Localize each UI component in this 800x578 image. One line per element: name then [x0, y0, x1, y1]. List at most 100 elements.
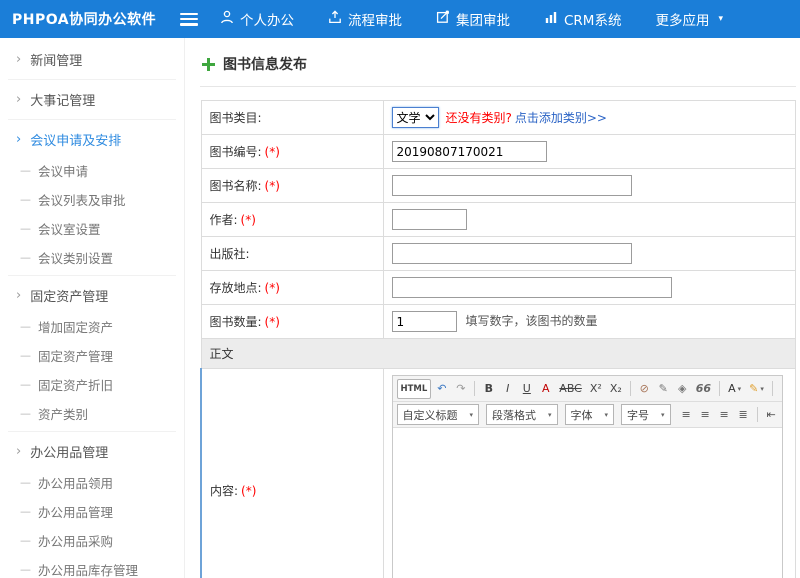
required-mark: (*): [265, 179, 280, 193]
book-form: 图书类目:文学还没有类别?点击添加类别>>图书编号:(*)图书名称:(*)作者:…: [200, 100, 796, 578]
topbar-nav: 个人办公 流程审批 集团审批 CRM系统 更多应用▾: [220, 9, 723, 29]
nav-more-apps[interactable]: 更多应用▾: [655, 9, 723, 29]
nav-personal-office[interactable]: 个人办公: [220, 9, 294, 29]
add-category-link[interactable]: 点击添加类别>>: [515, 111, 607, 125]
dash-icon: —: [20, 222, 31, 235]
sidebar-group-meeting-management[interactable]: ›会议申请及安排: [0, 123, 184, 156]
font-family-select[interactable]: 字体▾: [565, 404, 615, 425]
toolbar-separator: [772, 381, 773, 396]
sidebar-group-news-management[interactable]: ›新闻管理: [0, 43, 184, 76]
sidebar-item-meeting-list-approval[interactable]: —会议列表及审批: [0, 185, 184, 214]
sidebar-item-supplies-requisition[interactable]: —办公用品领用: [0, 468, 184, 497]
form-row-book-category: 图书类目:文学还没有类别?点击添加类别>>: [201, 101, 796, 135]
text-color-picker-icon[interactable]: A▾: [725, 379, 744, 399]
align-justify-icon[interactable]: ≣: [735, 405, 752, 425]
sidebar-item-fixed-asset-depreciation[interactable]: — 固定资产折旧: [0, 370, 184, 399]
undo-icon[interactable]: ↶: [433, 379, 450, 399]
font-color-icon[interactable]: A: [537, 379, 554, 399]
sidebar-item-label: 固定资产折旧: [38, 375, 113, 394]
font-size-select[interactable]: 字号▾: [621, 404, 671, 425]
dash-icon: —: [20, 378, 31, 391]
sidebar-item-supplies-inventory[interactable]: —办公用品库存管理: [0, 555, 184, 578]
outdent-icon[interactable]: ⇤: [763, 405, 780, 425]
sidebar-separator: [8, 119, 176, 120]
caret-down-icon: ▾: [760, 385, 764, 393]
bullet-list-icon[interactable]: ≣: [778, 379, 782, 399]
topbar: PHPOA协同办公软件 个人办公 流程审批 集团审批 CRM系统 更多应用▾: [0, 0, 800, 38]
nav-group-approval[interactable]: 集团审批: [436, 9, 510, 29]
superscript-icon[interactable]: X²: [587, 379, 605, 399]
sidebar-group-office-supplies-management[interactable]: ›办公用品管理: [0, 435, 184, 468]
approve-icon: [436, 10, 450, 28]
form-row-storage-location: 存放地点:(*): [201, 271, 796, 305]
publisher-input[interactable]: [392, 243, 632, 264]
italic-icon[interactable]: I: [499, 379, 516, 399]
underline-icon[interactable]: U: [518, 379, 535, 399]
content-label: 内容:: [210, 484, 238, 498]
remove-format-icon[interactable]: ⊘: [636, 379, 653, 399]
nav-label: 集团审批: [456, 9, 510, 29]
sidebar-item-meeting-category-settings[interactable]: —会议类别设置: [0, 243, 184, 272]
nav-process-approval[interactable]: 流程审批: [328, 9, 402, 29]
chart-icon: [544, 10, 558, 28]
field-label: 图书名称:: [210, 179, 262, 193]
align-center-icon[interactable]: ≡: [697, 405, 714, 425]
format-painter-icon[interactable]: ✎: [655, 379, 672, 399]
main-content: 图书信息发布 图书类目:文学还没有类别?点击添加类别>>图书编号:(*)图书名称…: [185, 38, 800, 578]
dash-icon: —: [20, 349, 31, 362]
subscript-icon[interactable]: X₂: [607, 379, 625, 399]
rich-text-editor: HTML↶↷BIUAABCX²X₂⊘✎◈66A▾✎▾≣≡ 自定义标题▾段落格式▾…: [392, 375, 784, 578]
sidebar-item-meeting-room-settings[interactable]: —会议室设置: [0, 214, 184, 243]
sidebar-group-fixed-assets-management[interactable]: ›固定资产管理: [0, 279, 184, 312]
book-quantity-input[interactable]: [392, 311, 457, 332]
sidebar-item-meeting-apply[interactable]: —会议申请: [0, 156, 184, 185]
custom-heading-select[interactable]: 自定义标题▾: [397, 404, 480, 425]
author-input[interactable]: [392, 209, 467, 230]
no-category-hint: 还没有类别?: [446, 111, 512, 125]
caret-down-icon: ▾: [661, 411, 665, 419]
sidebar-item-asset-category[interactable]: — 资产类别: [0, 399, 184, 428]
dash-icon: —: [20, 534, 31, 547]
sidebar-item-label: 固定资产管理: [38, 346, 113, 365]
nav-crm-system[interactable]: CRM系统: [544, 9, 621, 29]
storage-location-input[interactable]: [392, 277, 672, 298]
book-name-input[interactable]: [392, 175, 632, 196]
highlight-color-icon[interactable]: ✎▾: [746, 379, 767, 399]
toolbar-separator: [630, 381, 631, 396]
paragraph-format-select[interactable]: 段落格式▾: [486, 404, 558, 425]
bold-icon[interactable]: B: [480, 379, 497, 399]
sidebar-item-label: 资产类别: [38, 404, 88, 423]
editor-content-area[interactable]: [393, 428, 783, 578]
field-hint: 填写数字，该图书的数量: [466, 314, 598, 328]
redo-icon[interactable]: ↷: [452, 379, 469, 399]
sidebar-item-supplies-purchase[interactable]: —办公用品采购: [0, 526, 184, 555]
app-logo[interactable]: PHPOA协同办公软件: [0, 9, 168, 29]
dash-icon: —: [20, 164, 31, 177]
align-right-icon[interactable]: ≡: [716, 405, 733, 425]
book-category-select[interactable]: 文学: [392, 107, 439, 128]
chevron-right-icon: ›: [16, 53, 21, 66]
sidebar-separator: [8, 431, 176, 432]
dash-icon: —: [20, 407, 31, 420]
user-icon: [220, 10, 234, 28]
blockquote-icon[interactable]: 66: [693, 379, 714, 399]
chevron-right-icon: ›: [16, 445, 21, 458]
form-row-book-number: 图书编号:(*): [201, 135, 796, 169]
sidebar-item-supplies-management[interactable]: —办公用品管理: [0, 497, 184, 526]
chevron-right-icon: ›: [16, 133, 21, 146]
sidebar-group-memorabilia-management[interactable]: ›大事记管理: [0, 83, 184, 116]
sidebar-item-label: 增加固定资产: [38, 317, 113, 336]
quick-typeset-icon[interactable]: ◈: [674, 379, 691, 399]
menu-toggle-icon[interactable]: [180, 13, 198, 26]
required-mark: (*): [265, 281, 280, 295]
section-header: 正文: [201, 339, 796, 369]
html-source-button[interactable]: HTML: [397, 379, 432, 399]
required-mark: (*): [241, 213, 256, 227]
sidebar-item-add-fixed-asset[interactable]: —增加固定资产: [0, 312, 184, 341]
book-number-input[interactable]: [392, 141, 547, 162]
field-label: 图书编号:: [210, 145, 262, 159]
align-left-icon[interactable]: ≡: [678, 405, 695, 425]
content-row: 内容:(*) HTML↶↷BIUAABCX²X₂⊘✎◈66A▾✎▾≣≡ 自定义标…: [201, 369, 796, 578]
sidebar-item-fixed-asset-management[interactable]: — 固定资产管理: [0, 341, 184, 370]
strikethrough-icon[interactable]: ABC: [556, 379, 585, 399]
